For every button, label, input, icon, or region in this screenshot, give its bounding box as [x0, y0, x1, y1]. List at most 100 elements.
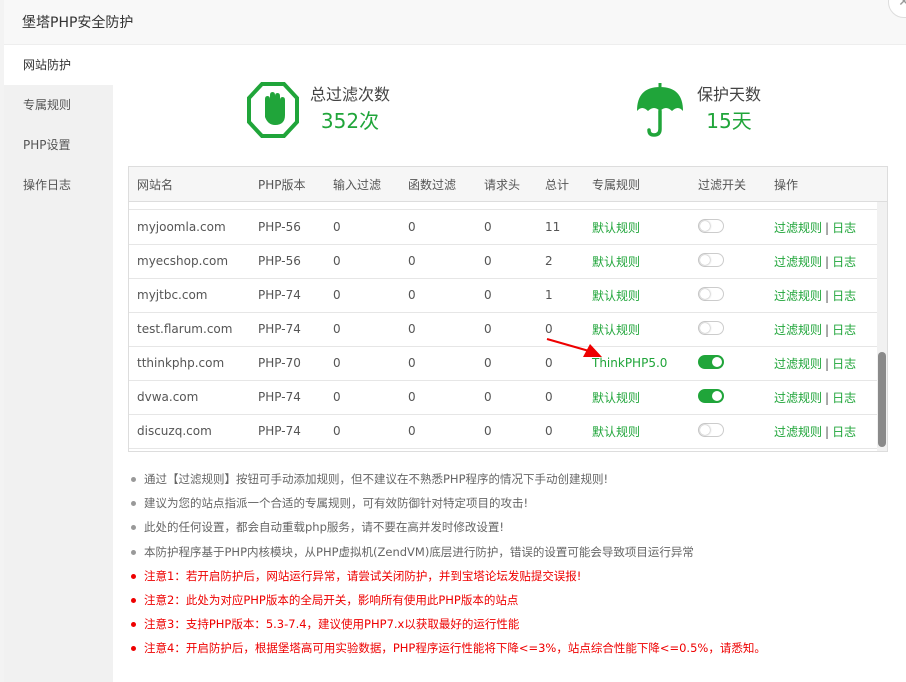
protect-days-value: 15天: [706, 109, 752, 133]
total-count: 1: [545, 288, 553, 302]
request-header-count: 0: [484, 424, 492, 438]
log-link[interactable]: 日志: [832, 321, 856, 338]
filter-rules-link[interactable]: 过滤规则: [774, 355, 822, 372]
input-filter-count: 0: [333, 220, 341, 234]
sidebar: 网站防护 专属规则 PHP设置 操作日志: [4, 45, 113, 682]
filter-toggle[interactable]: [698, 252, 724, 267]
stop-hand-icon: [247, 82, 299, 138]
log-link[interactable]: 日志: [832, 389, 856, 406]
op-separator: |: [825, 322, 830, 337]
input-filter-count: 0: [333, 390, 341, 404]
table-row: dvwa.com PHP-74 0 0 0 0 默认规则 过滤规则 | 日志: [129, 380, 877, 415]
umbrella-icon: [637, 83, 683, 137]
log-link[interactable]: 日志: [832, 253, 856, 270]
site-name: tthinkphp.com: [137, 356, 225, 370]
note-item: 注意1：若开启防护后，网站运行异常，请尝试关闭防护，并到宝塔论坛发贴提交误报!: [129, 564, 899, 588]
php-version: PHP-74: [258, 390, 301, 404]
op-separator: |: [825, 254, 830, 269]
site-name: discuzq.com: [137, 424, 212, 438]
request-header-count: 0: [484, 288, 492, 302]
header-site-name: 网站名: [137, 177, 174, 192]
filter-toggle[interactable]: [698, 388, 724, 403]
header-function-filter: 函数过滤: [408, 177, 457, 192]
filter-rules-link[interactable]: 过滤规则: [774, 287, 822, 304]
header-custom-rule: 专属规则: [592, 177, 641, 192]
php-version: PHP-74: [258, 288, 301, 302]
custom-rule-link[interactable]: 默认规则: [592, 423, 698, 440]
stats-panel: 总过滤次数 352次 保护天数 15天: [113, 45, 906, 155]
function-filter-count: 0: [408, 424, 416, 438]
filter-rules-link[interactable]: 过滤规则: [774, 321, 822, 338]
total-count: 0: [545, 424, 553, 438]
table-header: 网站名 PHP版本 输入过滤 函数过滤 请求头 总计 专属规则 过滤开关 操作: [129, 167, 887, 202]
header-php-version: PHP版本: [258, 177, 306, 192]
op-separator: |: [825, 424, 830, 439]
filter-rules-link[interactable]: 过滤规则: [774, 253, 822, 270]
notes-list: 通过【过滤规则】按钮可手动添加规则，但不建议在不熟悉PHP程序的情况下手动创建规…: [129, 467, 899, 661]
total-count: 0: [545, 390, 553, 404]
filter-toggle[interactable]: [698, 218, 724, 233]
input-filter-count: 0: [333, 424, 341, 438]
custom-rule-link[interactable]: 默认规则: [592, 287, 698, 304]
filter-count-label: 总过滤次数: [310, 85, 391, 104]
header-filter-switch: 过滤开关: [698, 177, 747, 192]
php-version: PHP-56: [258, 254, 301, 268]
sidebar-item-custom-rules[interactable]: 专属规则: [4, 85, 113, 125]
total-count: 0: [545, 322, 553, 336]
request-header-count: 0: [484, 390, 492, 404]
filter-toggle[interactable]: [698, 422, 724, 437]
site-table: 网站名 PHP版本 输入过滤 函数过滤 请求头 总计 专属规则 过滤开关 操作 …: [128, 166, 888, 452]
op-separator: |: [825, 390, 830, 405]
table-row: test.flarum.com PHP-74 0 0 0 0 默认规则 过滤规则 | 日志: [129, 312, 877, 347]
op-separator: |: [825, 288, 830, 303]
scrollbar-thumb[interactable]: [878, 352, 886, 447]
php-protection-dialog: 堡塔PHP安全防护 ✕ 网站防护 专属规则 PHP设置 操作日志 总过滤次数 3…: [4, 0, 906, 682]
custom-rule-link[interactable]: 默认规则: [592, 321, 698, 338]
main-panel: 总过滤次数 352次 保护天数 15天 网站名 PHP版本 输入过滤 函数过滤 …: [113, 45, 906, 682]
sidebar-item-site-protection[interactable]: 网站防护: [4, 45, 113, 85]
header-input-filter: 输入过滤: [333, 177, 382, 192]
input-filter-count: 0: [333, 254, 341, 268]
total-count: 11: [545, 220, 561, 234]
php-version: PHP-74: [258, 424, 301, 438]
filter-rules-link[interactable]: 过滤规则: [774, 389, 822, 406]
header-total: 总计: [545, 177, 570, 192]
sidebar-item-php-settings[interactable]: PHP设置: [4, 125, 113, 165]
log-link[interactable]: 日志: [832, 423, 856, 440]
log-link[interactable]: 日志: [832, 355, 856, 372]
request-header-count: 0: [484, 356, 492, 370]
op-separator: |: [825, 220, 830, 235]
filter-toggle[interactable]: [698, 286, 724, 301]
note-item: 建议为您的站点指派一个合适的专属规则，可有效防御针对特定项目的攻击!: [129, 491, 899, 515]
site-name: myjoomla.com: [137, 220, 226, 234]
log-link[interactable]: 日志: [832, 287, 856, 304]
input-filter-count: 0: [333, 288, 341, 302]
custom-rule-link[interactable]: 默认规则: [592, 389, 698, 406]
note-item: 通过【过滤规则】按钮可手动添加规则，但不建议在不熟悉PHP程序的情况下手动创建规…: [129, 467, 899, 491]
filter-rules-link[interactable]: 过滤规则: [774, 219, 822, 236]
custom-rule-link[interactable]: 默认规则: [592, 253, 698, 270]
protect-days-stat: 保护天数 15天: [633, 81, 761, 139]
sidebar-item-operation-log[interactable]: 操作日志: [4, 165, 113, 205]
filter-count-stat: 总过滤次数 352次: [246, 81, 390, 139]
table-row: discuzq.com PHP-74 0 0 0 0 默认规则 过滤规则 | 日志: [129, 414, 877, 449]
header-request-header: 请求头: [484, 177, 521, 192]
filter-toggle[interactable]: [698, 320, 724, 335]
table-scrollbar[interactable]: [877, 202, 887, 451]
site-name: test.flarum.com: [137, 322, 233, 336]
function-filter-count: 0: [408, 288, 416, 302]
table-row: tthinkphp.com PHP-70 0 0 0 0 ThinkPHP5.0 过滤规则 | 日…: [129, 346, 877, 381]
header-operation: 操作: [774, 177, 799, 192]
php-version: PHP-70: [258, 356, 301, 370]
custom-rule-link[interactable]: ThinkPHP5.0: [592, 356, 698, 370]
custom-rule-link[interactable]: 默认规则: [592, 219, 698, 236]
filter-toggle[interactable]: [698, 354, 724, 369]
filter-rules-link[interactable]: 过滤规则: [774, 423, 822, 440]
dialog-title: 堡塔PHP安全防护: [4, 0, 906, 45]
protect-days-label: 保护天数: [697, 85, 762, 104]
input-filter-count: 0: [333, 356, 341, 370]
function-filter-count: 0: [408, 356, 416, 370]
php-version: PHP-74: [258, 322, 301, 336]
log-link[interactable]: 日志: [832, 219, 856, 236]
table-row-partial: [129, 202, 877, 210]
